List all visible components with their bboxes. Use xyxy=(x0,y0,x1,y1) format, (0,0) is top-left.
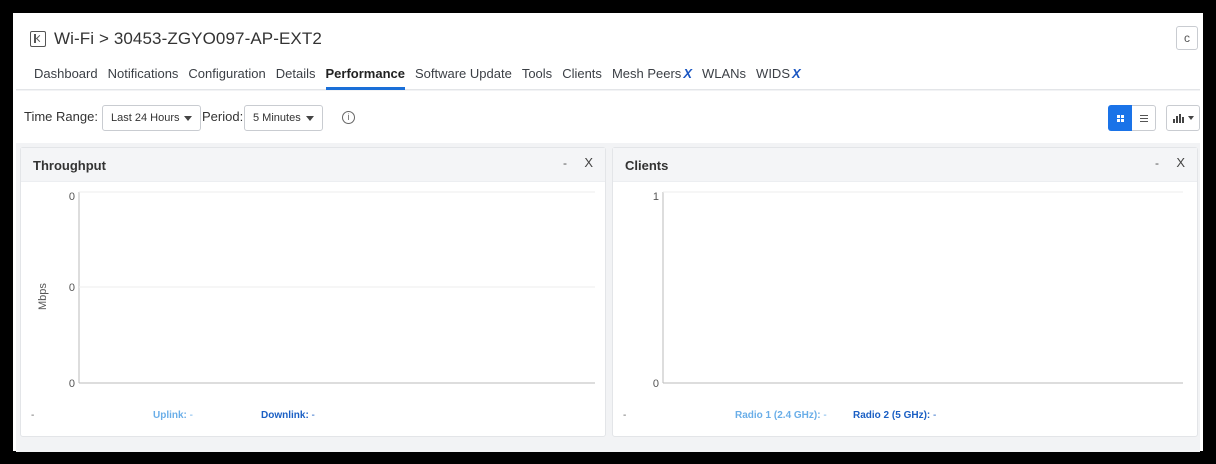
y-tick-label: 1 xyxy=(653,191,659,203)
chevron-down-icon xyxy=(305,115,314,121)
tab-label: Notifications xyxy=(107,66,179,81)
tab-label: Configuration xyxy=(188,66,266,81)
clients-card: Clients - X 1 0 - Radio 1 (2.4 GHz): - R… xyxy=(612,147,1198,437)
title-row: Wi-Fi > 30453-ZGYO097-AP-EXT2 xyxy=(30,28,322,50)
tab-notifications[interactable]: Notifications xyxy=(108,64,179,88)
chart-options-button[interactable] xyxy=(1166,105,1200,131)
bar-chart-icon xyxy=(1172,113,1184,123)
y-tick-label: 0 xyxy=(69,282,75,294)
tab-software-update[interactable]: Software Update xyxy=(415,64,512,88)
tab-label: WIDS xyxy=(756,66,790,81)
tab-label: Clients xyxy=(562,66,602,81)
clients-chart: 1 0 xyxy=(613,182,1199,402)
tab-label: Performance xyxy=(325,66,405,81)
period-label: Period: xyxy=(202,109,244,124)
tab-performance[interactable]: Performance xyxy=(325,64,406,90)
tab-label: Mesh Peers xyxy=(611,66,682,81)
throughput-card: Throughput - X 0 0 0 Mbps - Uplink: - Do… xyxy=(20,147,606,437)
tab-label: WLANs xyxy=(701,66,747,81)
legend-dash: - xyxy=(31,410,35,421)
close-icon[interactable]: X xyxy=(1176,155,1185,170)
tab-dashboard[interactable]: Dashboard xyxy=(34,64,98,88)
tab-mark: X xyxy=(683,66,692,81)
tab-clients[interactable]: Clients xyxy=(562,64,602,88)
time-range-value: Last 24 Hours xyxy=(111,112,180,124)
time-range-dropdown[interactable]: Last 24 Hours xyxy=(102,105,202,131)
chevron-down-icon xyxy=(184,115,193,121)
tab-label: Software Update xyxy=(414,66,512,81)
tab-wids[interactable]: WIDS X xyxy=(756,64,801,88)
time-range-label: Time Range: xyxy=(24,109,98,124)
tab-mesh-peers[interactable]: Mesh Peers X xyxy=(612,64,692,88)
y-tick-label: 0 xyxy=(653,378,659,390)
chart-legend: - Uplink: - Downlink: - xyxy=(21,410,605,426)
app-window: Wi-Fi > 30453-ZGYO097-AP-EXT2 c Dashboar… xyxy=(16,16,1200,452)
tab-configuration[interactable]: Configuration xyxy=(188,64,265,88)
legend-item-radio-2[interactable]: Radio 2 (5 GHz): - xyxy=(853,410,936,421)
performance-toolbar: Time Range: Last 24 Hours Period: 5 Minu… xyxy=(16,91,1200,143)
card-title: Clients xyxy=(625,158,669,173)
period-dropdown[interactable]: 5 Minutes xyxy=(244,105,323,131)
y-axis-label: Mbps xyxy=(37,283,49,310)
tab-label: Details xyxy=(275,66,316,81)
card-title: Throughput xyxy=(33,158,106,173)
card-header: Throughput - X xyxy=(21,148,605,182)
card-header: Clients - X xyxy=(613,148,1197,182)
refresh-button[interactable]: c xyxy=(1176,26,1198,50)
tab-label: Tools xyxy=(521,66,553,81)
grid-view-button[interactable] xyxy=(1108,105,1132,131)
legend-dash: - xyxy=(623,410,627,421)
list-view-button[interactable] xyxy=(1132,105,1156,131)
legend-value: - xyxy=(930,410,937,421)
close-icon[interactable]: X xyxy=(584,155,593,170)
tab-mark: X xyxy=(792,66,801,81)
legend-name: Uplink: xyxy=(153,410,187,421)
y-tick-label: 0 xyxy=(69,378,75,390)
tab-tools[interactable]: Tools xyxy=(522,64,552,88)
tab-wlans[interactable]: WLANs xyxy=(702,64,746,88)
page-title: Wi-Fi > 30453-ZGYO097-AP-EXT2 xyxy=(54,29,322,48)
clients-plot-area: 1 0 xyxy=(653,191,1183,390)
legend-value: - xyxy=(308,410,315,421)
period-value: 5 Minutes xyxy=(253,112,301,124)
list-icon xyxy=(1139,114,1148,122)
legend-item-downlink[interactable]: Downlink: - xyxy=(261,410,315,421)
legend-value: - xyxy=(186,410,193,421)
legend-item-radio-1[interactable]: Radio 1 (2.4 GHz): - xyxy=(735,410,827,421)
grid-icon xyxy=(1116,114,1124,122)
chevron-down-icon xyxy=(1187,116,1194,120)
minimize-icon[interactable]: - xyxy=(563,156,567,170)
page-header: Wi-Fi > 30453-ZGYO097-AP-EXT2 c Dashboar… xyxy=(16,16,1200,90)
chart-legend: - Radio 1 (2.4 GHz): - Radio 2 (5 GHz): … xyxy=(613,410,1197,426)
legend-value: - xyxy=(820,410,827,421)
collapse-sidebar-icon[interactable] xyxy=(30,31,46,47)
throughput-chart: 0 0 0 Mbps xyxy=(21,182,607,402)
throughput-plot-area: 0 0 0 xyxy=(69,191,595,390)
info-icon[interactable]: i xyxy=(342,111,355,124)
legend-name: Downlink: xyxy=(261,410,309,421)
tab-details[interactable]: Details xyxy=(276,64,316,88)
legend-name: Radio 2 (5 GHz): xyxy=(853,410,931,421)
legend-name: Radio 1 (2.4 GHz): xyxy=(735,410,821,421)
tab-bar: Dashboard Notifications Configuration De… xyxy=(34,64,811,90)
minimize-icon[interactable]: - xyxy=(1155,156,1159,170)
tab-label: Dashboard xyxy=(34,66,98,81)
legend-item-uplink[interactable]: Uplink: - xyxy=(153,410,193,421)
y-tick-label: 0 xyxy=(69,191,75,203)
